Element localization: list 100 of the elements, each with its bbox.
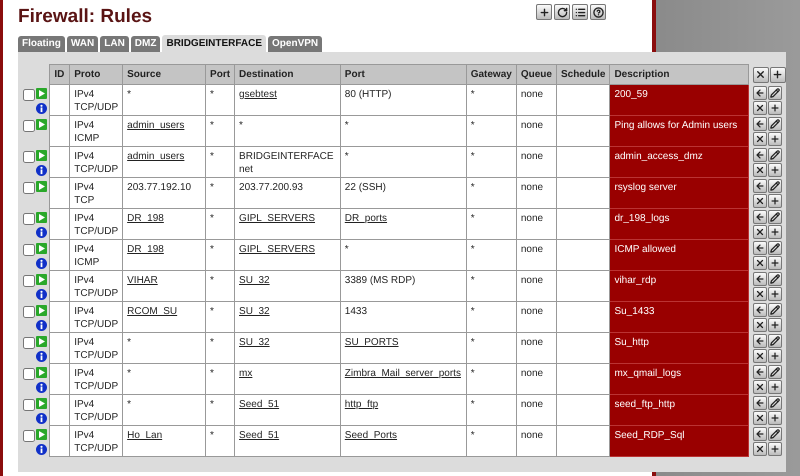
reload-icon[interactable] [554,4,570,20]
checkbox[interactable] [23,212,36,224]
edit-icon[interactable] [768,426,782,440]
add-icon[interactable] [768,348,782,362]
delete-icon[interactable] [752,380,767,394]
add-icon[interactable] [768,318,782,332]
add-icon[interactable] [536,4,552,20]
checkbox[interactable] [23,274,36,286]
move-icon[interactable] [752,116,767,130]
play-icon[interactable] [36,180,48,192]
edit-icon[interactable] [768,148,782,162]
add-icon[interactable] [768,224,782,238]
link[interactable]: http_ftp [344,399,378,410]
info-icon[interactable] [36,164,48,176]
move-icon[interactable] [752,272,767,286]
link[interactable]: gsebtest [239,89,277,100]
move-icon[interactable] [752,302,767,316]
edit-icon[interactable] [768,178,782,192]
link[interactable]: Seed_51 [239,399,280,410]
link[interactable]: SU_PORTS [344,337,399,348]
tab[interactable]: DMZ [130,36,160,52]
link[interactable]: admin_users [127,151,184,162]
delete-icon[interactable] [752,162,767,176]
edit-icon[interactable] [768,240,782,254]
link[interactable]: DR_ports [344,213,388,224]
play-icon[interactable] [36,212,48,222]
link[interactable]: mx [239,368,252,379]
play-icon[interactable] [36,150,48,160]
info-icon[interactable] [36,350,48,362]
move-icon[interactable] [752,426,767,440]
info-icon[interactable] [36,226,48,238]
delete-icon[interactable] [752,442,767,456]
delete-icon[interactable] [752,132,767,146]
add-icon[interactable] [768,100,782,114]
move-icon[interactable] [752,240,767,254]
checkbox[interactable] [23,336,36,348]
move-icon[interactable] [752,86,767,100]
edit-icon[interactable] [768,116,782,130]
edit-icon[interactable] [768,86,782,100]
add-icon[interactable] [768,410,782,424]
play-icon[interactable] [36,398,48,408]
play-icon[interactable] [36,428,48,440]
link[interactable]: DR_198 [127,213,164,224]
delete-icon[interactable] [752,286,767,300]
checkbox[interactable] [23,244,36,256]
edit-icon[interactable] [768,364,782,378]
add-icon[interactable] [770,66,786,82]
checkbox[interactable] [23,150,36,162]
help-icon[interactable] [590,4,606,20]
add-icon[interactable] [768,380,782,394]
link[interactable]: Ho_Lan [127,430,162,441]
checkbox[interactable] [23,182,36,194]
delete-icon[interactable] [752,256,767,270]
link[interactable]: SU_32 [239,306,270,317]
play-icon[interactable] [36,88,48,98]
edit-icon[interactable] [768,272,782,286]
move-icon[interactable] [752,178,767,192]
add-icon[interactable] [768,256,782,270]
play-icon[interactable] [36,366,48,378]
checkbox[interactable] [23,368,36,380]
edit-icon[interactable] [768,302,782,316]
delete-icon[interactable] [752,194,767,208]
tab[interactable]: Floating [18,36,65,52]
checkbox[interactable] [23,430,36,442]
tab[interactable]: LAN [100,36,129,52]
delete-icon[interactable] [752,410,767,424]
add-icon[interactable] [768,194,782,208]
delete-icon[interactable] [752,100,767,114]
delete-icon[interactable] [752,66,769,82]
checkbox[interactable] [23,120,36,132]
move-icon[interactable] [752,210,767,224]
checkbox[interactable] [23,88,36,100]
play-icon[interactable] [36,242,48,254]
play-icon[interactable] [36,274,48,284]
link[interactable]: Seed_Ports [344,430,398,441]
tab[interactable]: OpenVPN [268,36,322,52]
move-icon[interactable] [752,334,767,348]
move-icon[interactable] [752,148,767,162]
delete-icon[interactable] [752,318,767,332]
link[interactable]: SU_32 [239,337,270,348]
info-icon[interactable] [36,102,48,114]
add-icon[interactable] [768,132,782,146]
play-icon[interactable] [36,118,48,130]
edit-icon[interactable] [768,210,782,224]
link[interactable]: RCOM_SU [127,306,178,317]
move-icon[interactable] [752,364,767,378]
tab[interactable]: WAN [66,36,98,52]
checkbox[interactable] [23,398,36,410]
tab[interactable]: BRIDGEINTERFACE [162,35,266,52]
info-icon[interactable] [36,258,48,268]
info-icon[interactable] [36,412,48,424]
link[interactable]: Zimbra_Mail_server_ports [344,368,461,379]
move-icon[interactable] [752,396,767,410]
link[interactable]: DR_198 [127,244,164,255]
play-icon[interactable] [36,336,48,346]
play-icon[interactable] [36,304,48,316]
link[interactable]: GIPL_SERVERS [239,244,316,255]
link[interactable]: Seed_51 [239,430,280,441]
edit-icon[interactable] [768,396,782,410]
list-icon[interactable] [572,4,588,20]
